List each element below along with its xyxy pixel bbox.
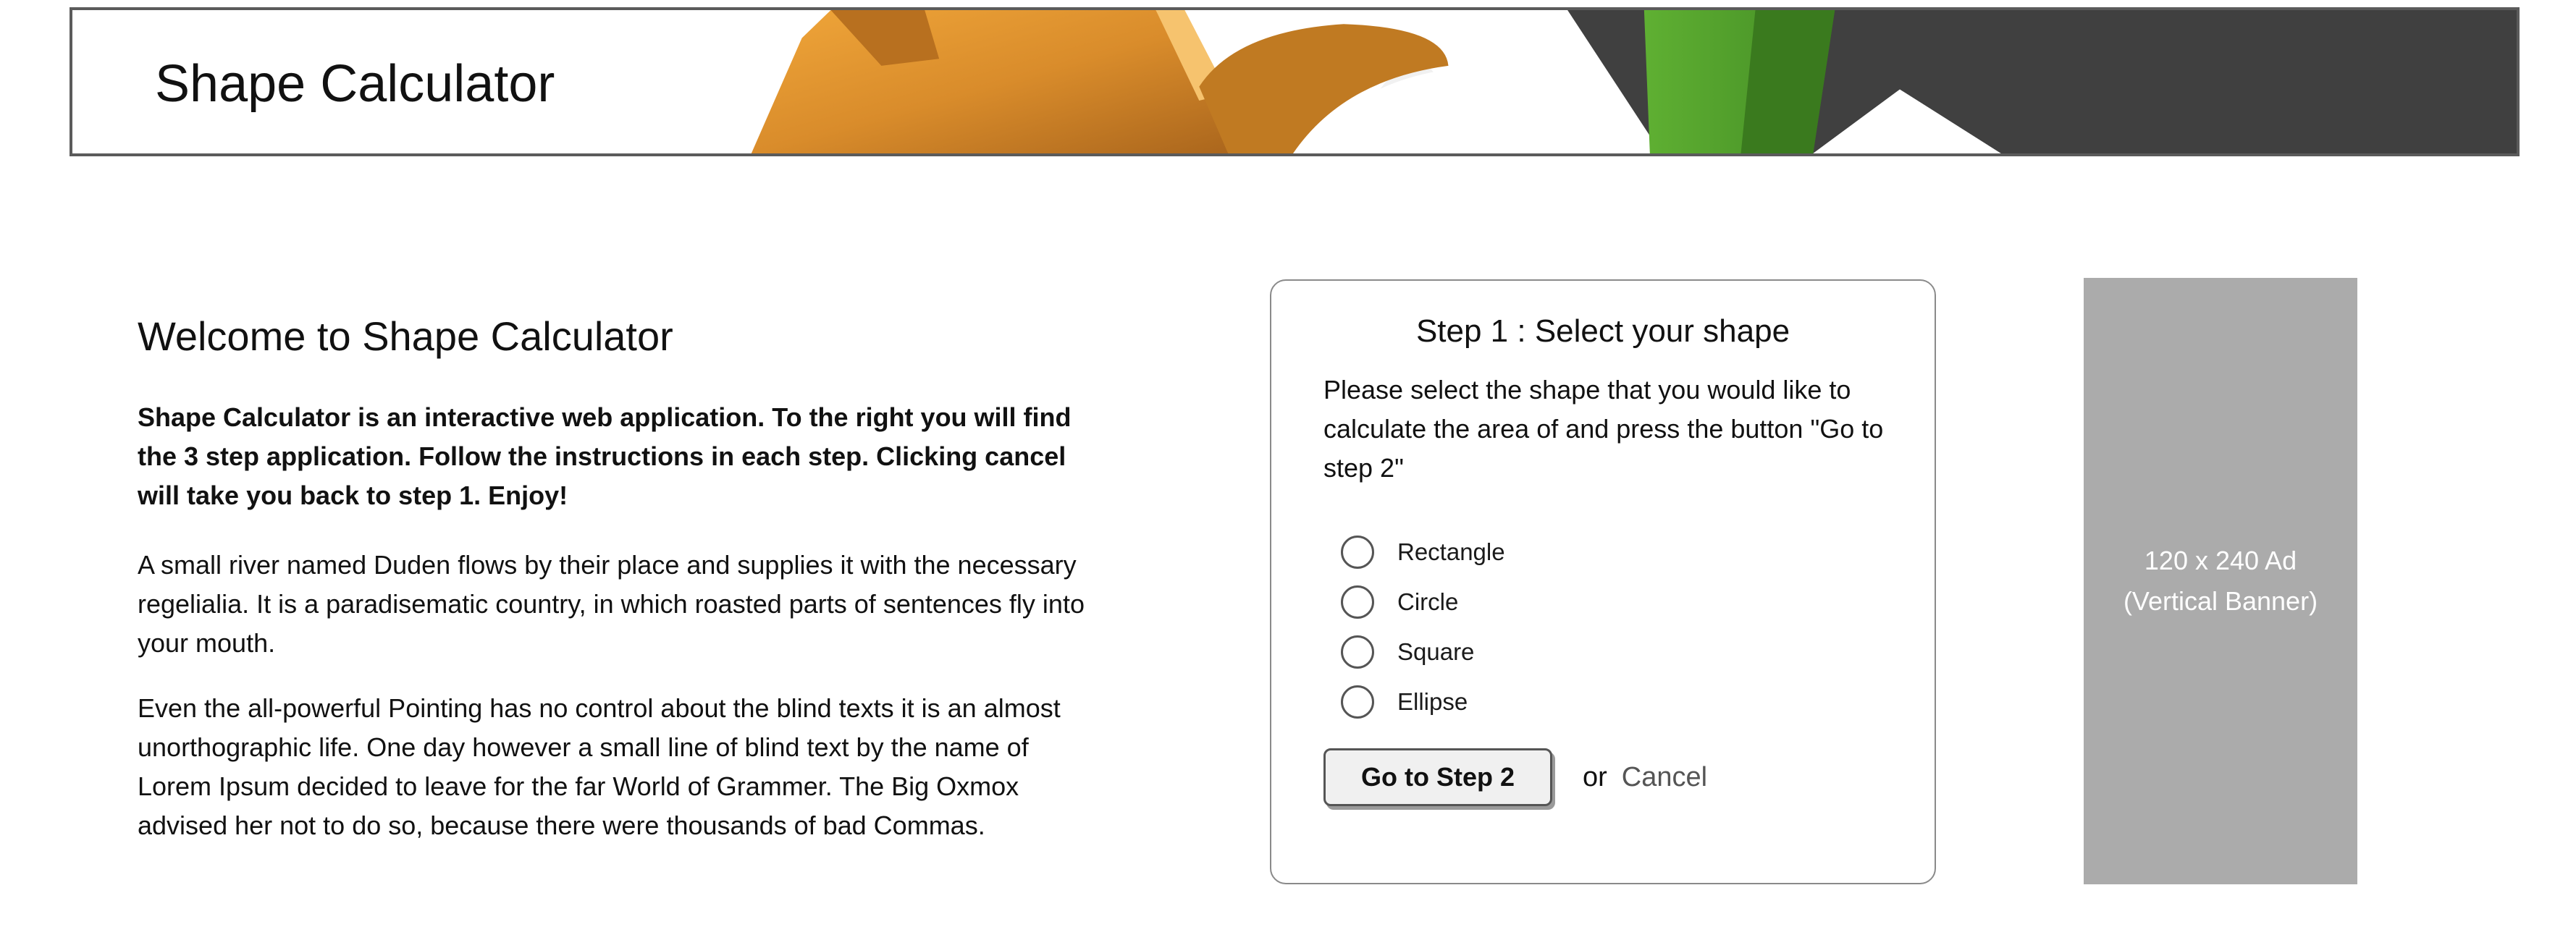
shape-option-label: Circle bbox=[1397, 588, 1459, 615]
ellipse-radio[interactable] bbox=[1341, 685, 1374, 719]
shape-option-label: Square bbox=[1397, 638, 1475, 665]
step-actions: Go to Step 2 or Cancel bbox=[1323, 748, 1707, 806]
or-text: or bbox=[1583, 761, 1607, 792]
ad-type-label: (Vertical Banner) bbox=[2123, 586, 2318, 616]
ad-size-label: 120 x 240 Ad bbox=[2144, 546, 2297, 575]
rectangle-radio[interactable] bbox=[1341, 535, 1374, 569]
page: Shape Calculator Welcome to Shape Calcul… bbox=[0, 0, 2576, 948]
go-to-step-2-button[interactable]: Go to Step 2 bbox=[1323, 748, 1552, 806]
step-title: Step 1 : Select your shape bbox=[1415, 313, 1790, 349]
step-panel: Step 1 : Select your shape Please select… bbox=[1270, 279, 1936, 884]
ad-text: 120 x 240 Ad (Vertical Banner) bbox=[2123, 541, 2318, 622]
intro-lead-paragraph: Shape Calculator is an interactive web a… bbox=[138, 402, 1072, 510]
app-title: Shape Calculator bbox=[155, 55, 555, 113]
square-radio[interactable] bbox=[1341, 635, 1374, 669]
shape-option-label: Rectangle bbox=[1397, 538, 1505, 565]
shape-option-square[interactable]: Square bbox=[1341, 627, 1505, 677]
shape-options: Rectangle Circle Square Ellipse bbox=[1341, 527, 1505, 727]
vertical-banner-ad[interactable]: 120 x 240 Ad (Vertical Banner) bbox=[2084, 278, 2357, 884]
shape-option-circle[interactable]: Circle bbox=[1341, 577, 1505, 627]
intro-heading: Welcome to Shape Calculator bbox=[138, 313, 673, 359]
shape-option-rectangle[interactable]: Rectangle bbox=[1341, 527, 1505, 577]
shape-option-ellipse[interactable]: Ellipse bbox=[1341, 677, 1505, 727]
shape-option-label: Ellipse bbox=[1397, 687, 1468, 715]
intro-paragraph: Even the all-powerful Pointing has no co… bbox=[138, 693, 1061, 840]
intro-paragraph: A small river named Duden flows by their… bbox=[138, 550, 1085, 658]
circle-radio[interactable] bbox=[1341, 585, 1374, 619]
cancel-link[interactable]: Cancel bbox=[1622, 762, 1707, 793]
step-description: Please select the shape that you would l… bbox=[1323, 375, 1884, 483]
header-banner: Shape Calculator bbox=[70, 7, 2520, 156]
intro-section: Welcome to Shape Calculator Shape Calcul… bbox=[138, 311, 1108, 871]
